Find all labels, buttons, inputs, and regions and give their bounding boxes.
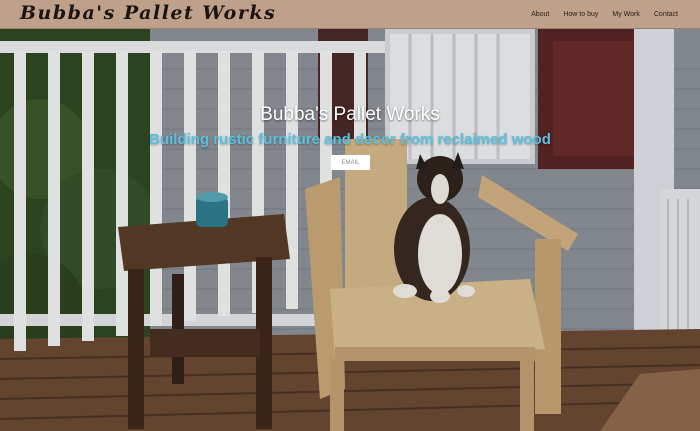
site-logo[interactable]: Bubba's Pallet Works	[20, 2, 276, 24]
hero-carousel: Bubba's Pallet Works Building rustic fur…	[0, 29, 700, 431]
nav-link-my-work[interactable]: My Work	[612, 11, 639, 18]
hero-background-photo	[0, 29, 700, 431]
navbar: Bubba's Pallet Works About How to buy My…	[0, 0, 700, 29]
hero-title: Bubba's Pallet Works	[260, 104, 440, 125]
nav-link-about[interactable]: About	[531, 11, 549, 18]
nav-link-how-to-buy[interactable]: How to buy	[563, 11, 598, 18]
hero-subtitle: Building rustic furniture and decor from…	[149, 131, 551, 148]
nav-menu: About How to buy My Work Contact	[517, 0, 678, 29]
nav-link-contact[interactable]: Contact	[654, 11, 678, 18]
email-button[interactable]: EMAIL	[331, 155, 370, 170]
